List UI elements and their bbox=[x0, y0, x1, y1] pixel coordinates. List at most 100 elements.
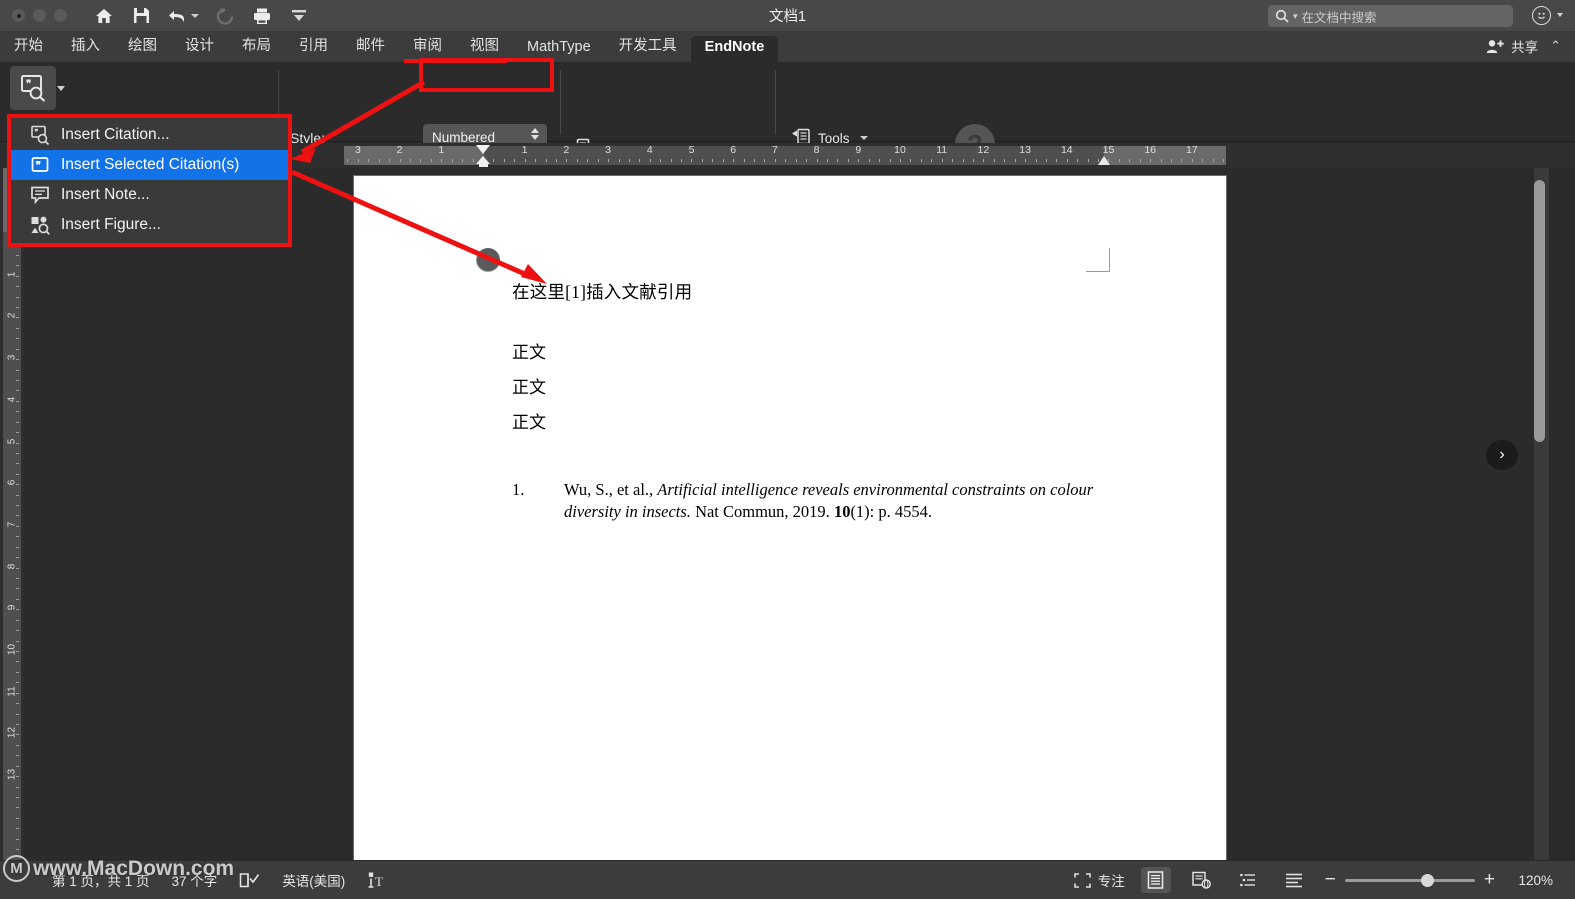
zoom-control[interactable]: − + bbox=[1325, 869, 1495, 891]
first-line-indent-marker[interactable] bbox=[476, 145, 490, 154]
customize-toolbar-icon[interactable] bbox=[288, 5, 310, 27]
tab-references[interactable]: 引用 bbox=[285, 31, 342, 62]
ribbon-separator-2 bbox=[560, 70, 561, 134]
vruler-tick bbox=[16, 651, 19, 652]
proofing-check-icon[interactable] bbox=[239, 872, 260, 889]
close-button[interactable] bbox=[12, 9, 25, 22]
vruler-tick bbox=[16, 359, 19, 360]
search-input[interactable]: ▾ 在文档中搜索 bbox=[1268, 5, 1513, 27]
insert-citation-split-button[interactable]: ❞ bbox=[10, 66, 56, 110]
ruler-tick bbox=[587, 159, 588, 162]
ruler-tick bbox=[910, 159, 911, 162]
ruler-tick bbox=[1015, 159, 1016, 162]
ruler-tick bbox=[1150, 159, 1151, 162]
tab-view[interactable]: 视图 bbox=[456, 31, 513, 62]
menu-item-label: Insert Figure... bbox=[61, 216, 161, 233]
left-indent-marker[interactable] bbox=[479, 163, 488, 167]
menu-item-insert-note[interactable]: Insert Note... bbox=[11, 180, 288, 210]
margin-mark-top-left bbox=[476, 248, 500, 272]
outline-icon[interactable] bbox=[1233, 867, 1263, 893]
home-icon[interactable] bbox=[93, 5, 115, 27]
vruler-tick bbox=[16, 265, 19, 266]
tab-review[interactable]: 审阅 bbox=[399, 31, 456, 62]
redo-icon bbox=[214, 5, 236, 27]
vertical-scrollbar-track[interactable] bbox=[1534, 168, 1549, 860]
document-page[interactable]: 在这里[1]插入文献引用 正文 正文 正文 1. Wu, S., et al.,… bbox=[354, 176, 1226, 860]
ruler-tick bbox=[650, 159, 651, 162]
account-dropdown-caret[interactable] bbox=[1557, 13, 1563, 17]
minimize-button[interactable] bbox=[33, 9, 46, 22]
document-text-body[interactable]: 在这里[1]插入文献引用 正文 正文 正文 1. Wu, S., et al.,… bbox=[512, 283, 1112, 523]
menu-item-insert-figure[interactable]: Insert Figure... bbox=[11, 210, 288, 240]
save-icon[interactable] bbox=[130, 5, 152, 27]
print-icon[interactable] bbox=[251, 5, 273, 27]
web-layout-icon[interactable] bbox=[1187, 867, 1217, 893]
ruler-tick bbox=[452, 159, 453, 162]
undo-button[interactable] bbox=[167, 5, 199, 27]
zoom-percentage[interactable]: 120% bbox=[1511, 873, 1553, 888]
vruler-tick bbox=[16, 641, 19, 642]
tab-mathtype[interactable]: MathType bbox=[513, 36, 605, 62]
undo-dropdown-caret[interactable] bbox=[191, 13, 199, 18]
share-button[interactable]: 共享 ⌃ bbox=[1486, 36, 1575, 62]
ruler-tick-label: 3 bbox=[605, 144, 612, 156]
ruler-tick bbox=[1077, 159, 1078, 162]
insert-note-icon bbox=[29, 185, 50, 206]
ruler-tick bbox=[1046, 159, 1047, 162]
vruler-tick bbox=[16, 328, 19, 329]
vruler-tick bbox=[16, 505, 19, 506]
ruler-tick bbox=[1056, 159, 1057, 162]
vruler-tick bbox=[16, 411, 19, 412]
tab-developer[interactable]: 开发工具 bbox=[605, 31, 691, 62]
insert-citation-dropdown-menu[interactable]: ❞ Insert Citation... ❞ Insert Selected C… bbox=[7, 114, 292, 247]
focus-button[interactable]: 专注 bbox=[1073, 870, 1125, 890]
chevron-up-icon[interactable]: ⌃ bbox=[1550, 38, 1561, 54]
ruler-tick bbox=[1067, 159, 1068, 162]
smiley-icon[interactable] bbox=[1532, 6, 1551, 25]
ruler-tick-label: 2 bbox=[396, 144, 403, 156]
track-changes-icon[interactable]: T bbox=[367, 871, 386, 889]
vruler-tick bbox=[16, 620, 19, 621]
insert-citation-dropdown-caret[interactable] bbox=[57, 86, 65, 91]
menu-item-insert-citation[interactable]: ❞ Insert Citation... bbox=[11, 120, 288, 150]
zoom-out-button[interactable]: − bbox=[1325, 869, 1336, 891]
tools-caret[interactable] bbox=[859, 136, 868, 140]
print-layout-icon[interactable] bbox=[1140, 867, 1171, 893]
ruler-tick-label: 7 bbox=[771, 144, 778, 156]
ruler-tick bbox=[347, 159, 348, 162]
vertical-ruler[interactable]: 1 2 3 4 5 6 7 8 9 10 11 12 13 bbox=[0, 168, 24, 860]
vertical-scrollbar-thumb[interactable] bbox=[1534, 180, 1545, 442]
vruler-tick-label: 7 bbox=[6, 521, 18, 528]
undo-icon[interactable] bbox=[167, 5, 189, 27]
tab-draw[interactable]: 绘图 bbox=[114, 31, 171, 62]
vruler-tick bbox=[16, 349, 19, 350]
ruler-tick bbox=[1213, 159, 1214, 162]
vruler-tick bbox=[16, 536, 19, 537]
ruler-tick bbox=[764, 159, 765, 162]
draft-icon[interactable] bbox=[1279, 867, 1309, 893]
vruler-tick bbox=[16, 390, 19, 391]
vruler-tick-label: 10 bbox=[6, 643, 18, 656]
search-dropdown-caret[interactable]: ▾ bbox=[1293, 11, 1298, 22]
chevron-right-icon[interactable]: › bbox=[1486, 440, 1518, 470]
watermark: M www.MacDown.com bbox=[3, 855, 234, 882]
tab-start[interactable]: 开始 bbox=[0, 31, 57, 62]
tab-layout[interactable]: 布局 bbox=[228, 31, 285, 62]
style-stepper[interactable] bbox=[531, 128, 539, 140]
maximize-button[interactable] bbox=[54, 9, 67, 22]
zoom-slider-knob[interactable] bbox=[1420, 873, 1434, 887]
right-indent-marker[interactable] bbox=[1098, 156, 1110, 165]
vruler-tick bbox=[16, 807, 19, 808]
vruler-tick bbox=[16, 839, 19, 840]
tab-mailings[interactable]: 邮件 bbox=[342, 31, 399, 62]
language-label[interactable]: 英语(美国) bbox=[282, 870, 345, 890]
tab-insert[interactable]: 插入 bbox=[57, 31, 114, 62]
vruler-tick bbox=[16, 714, 19, 715]
ruler-tick bbox=[462, 159, 463, 162]
menu-item-insert-selected-citations[interactable]: ❞ Insert Selected Citation(s) bbox=[11, 150, 288, 180]
vruler-tick-label: 8 bbox=[6, 563, 18, 569]
tab-design[interactable]: 设计 bbox=[171, 31, 228, 62]
zoom-in-button[interactable]: + bbox=[1484, 869, 1495, 891]
zoom-slider[interactable] bbox=[1344, 873, 1475, 887]
tab-endnote[interactable]: EndNote bbox=[690, 36, 779, 62]
